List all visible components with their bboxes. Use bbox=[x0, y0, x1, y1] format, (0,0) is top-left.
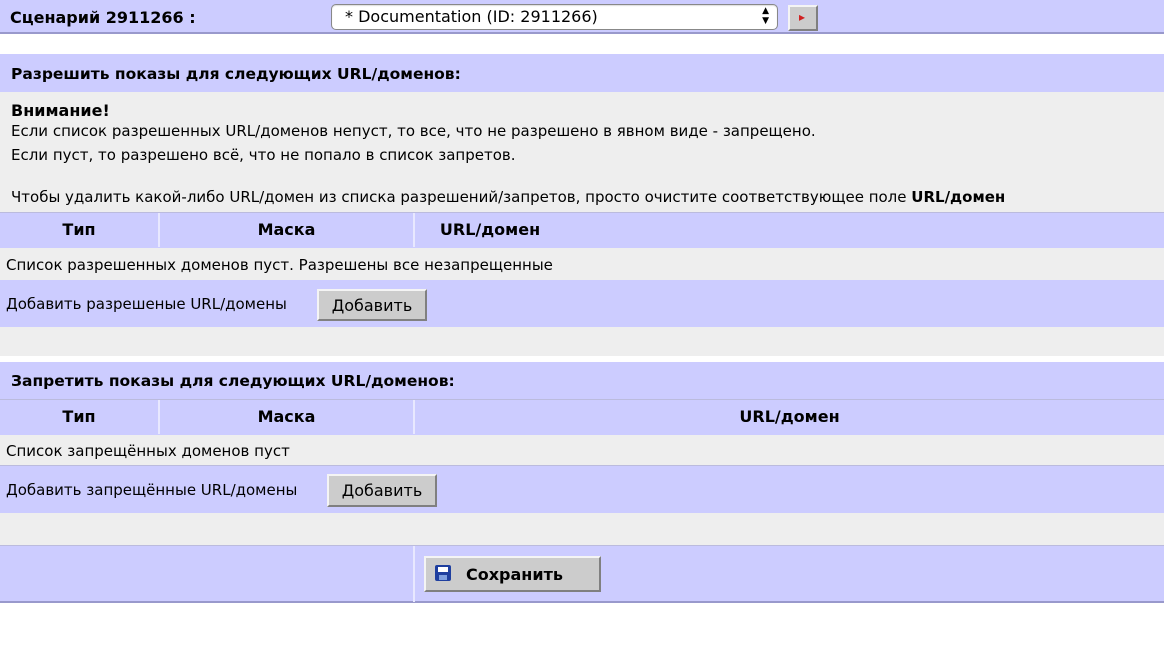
go-button[interactable]: ▸ bbox=[788, 5, 818, 31]
scenario-select-value: * Documentation (ID: 2911266) bbox=[345, 7, 598, 26]
remove-hint-text: Чтобы удалить какой-либо URL/домен из сп… bbox=[11, 188, 907, 206]
allow-empty-text: Список разрешенных доменов пуст. Разреше… bbox=[6, 256, 553, 274]
deny-col-mask: Маска bbox=[160, 400, 415, 434]
allow-col-type: Тип bbox=[0, 213, 160, 247]
deny-footer-spacer bbox=[0, 513, 1164, 545]
allow-add-button[interactable]: Добавить bbox=[317, 289, 427, 321]
warning-block: Внимание! Если список разрешенных URL/до… bbox=[0, 92, 1164, 212]
allow-section-header: Разрешить показы для следующих URL/домен… bbox=[0, 54, 1164, 92]
allow-footer-spacer bbox=[0, 327, 1164, 356]
save-row-divider bbox=[413, 546, 415, 602]
deny-col-url: URL/домен bbox=[739, 407, 840, 426]
deny-add-label: Добавить запрещённые URL/домены bbox=[6, 481, 298, 499]
allow-section-title: Разрешить показы для следующих URL/домен… bbox=[11, 65, 461, 83]
scenario-select[interactable]: * Documentation (ID: 2911266) ▲ ▼ bbox=[331, 4, 778, 30]
warning-line-1: Если список разрешенных URL/доменов непу… bbox=[11, 122, 816, 140]
allow-table-header: Тип Маска URL/домен bbox=[0, 212, 1164, 248]
remove-hint-field-name: URL/домен bbox=[911, 188, 1006, 206]
scenario-label: Сценарий 2911266 : bbox=[10, 8, 196, 27]
allow-empty-row: Список разрешенных доменов пуст. Разреше… bbox=[0, 248, 1164, 280]
scenario-bar: Сценарий 2911266 : * Documentation (ID: … bbox=[0, 0, 1164, 34]
deny-table-header: Тип Маска URL/домен bbox=[0, 399, 1164, 435]
warning-line-2: Если пуст, то разрешено всё, что не попа… bbox=[11, 146, 516, 164]
deny-add-row: Добавить запрещённые URL/домены Добавить bbox=[0, 465, 1164, 513]
save-button[interactable]: Сохранить bbox=[424, 556, 601, 592]
floppy-disk-icon bbox=[435, 565, 451, 581]
select-arrows-icon: ▲ ▼ bbox=[762, 6, 769, 26]
allow-add-row: Добавить разрешеные URL/домены Добавить bbox=[0, 280, 1164, 327]
deny-col-type: Тип bbox=[0, 400, 160, 434]
save-button-label: Сохранить bbox=[466, 565, 563, 584]
deny-empty-row: Список запрещённых доменов пуст bbox=[0, 435, 1164, 465]
warning-title: Внимание! bbox=[11, 101, 110, 120]
deny-section-title: Запретить показы для следующих URL/домен… bbox=[11, 372, 455, 390]
go-arrow-icon: ▸ bbox=[799, 10, 806, 24]
allow-add-label: Добавить разрешеные URL/домены bbox=[6, 295, 287, 313]
remove-hint: Чтобы удалить какой-либо URL/домен из сп… bbox=[11, 188, 1005, 206]
deny-empty-text: Список запрещённых доменов пуст bbox=[6, 442, 290, 460]
allow-col-mask: Маска bbox=[160, 213, 415, 247]
allow-col-url: URL/домен bbox=[439, 220, 541, 239]
deny-section-header: Запретить показы для следующих URL/домен… bbox=[0, 362, 1164, 399]
deny-add-button[interactable]: Добавить bbox=[327, 474, 437, 507]
save-row: Сохранить bbox=[0, 545, 1164, 603]
